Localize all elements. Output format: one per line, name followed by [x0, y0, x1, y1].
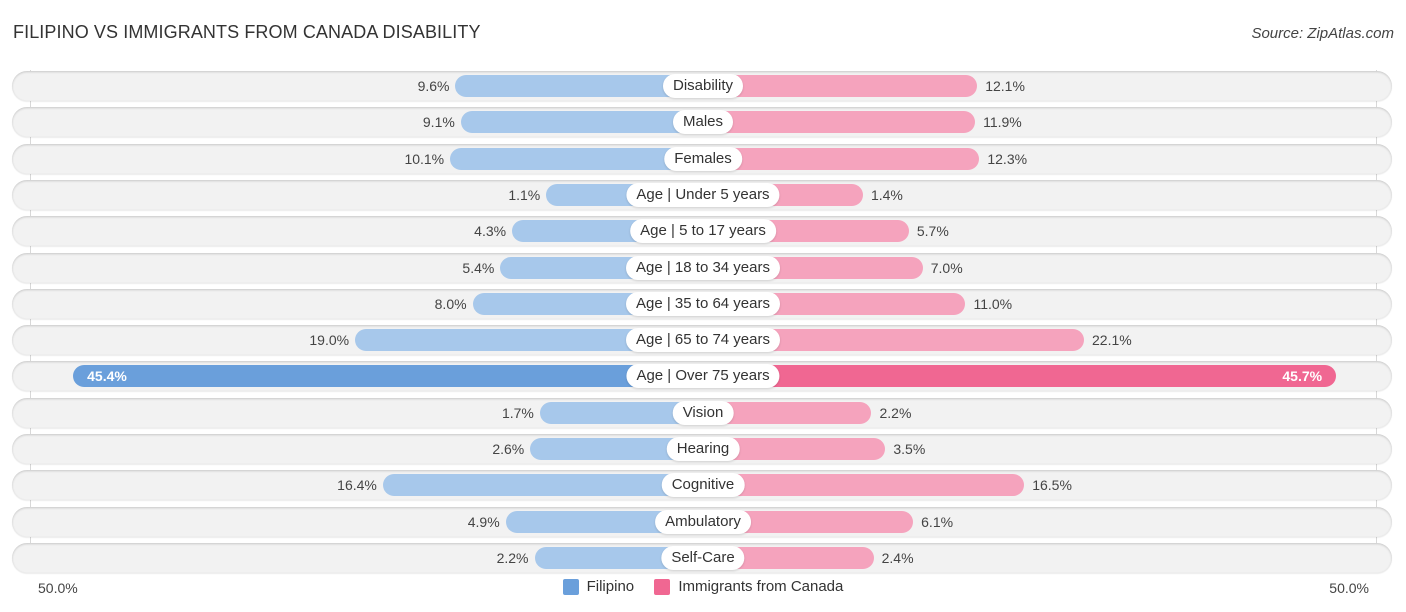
legend-swatch-immigrants-from-canada: [654, 578, 671, 595]
value-label-immigrants-from-canada: 12.1%: [985, 78, 1025, 94]
bar-immigrants-from-canada[interactable]: [703, 365, 1337, 387]
value-label-immigrants-from-canada: 2.4%: [881, 550, 914, 566]
category-label: Age | Over 75 years: [626, 364, 780, 388]
value-label-filipino: 10.1%: [404, 151, 445, 167]
bar-immigrants-from-canada[interactable]: [703, 111, 976, 133]
value-label-filipino: 45.4%: [87, 368, 127, 384]
value-label-immigrants-from-canada: 22.1%: [1092, 332, 1132, 348]
value-label-filipino: 1.7%: [501, 405, 534, 421]
bar-filipino[interactable]: [73, 365, 703, 387]
legend-swatch-filipino: [562, 578, 579, 595]
value-label-filipino: 2.6%: [492, 441, 525, 457]
category-label: Ambulatory: [655, 510, 751, 534]
value-label-filipino: 8.0%: [434, 296, 467, 312]
value-label-filipino: 16.4%: [337, 477, 377, 493]
value-label-filipino: 1.1%: [508, 187, 541, 203]
legend: Filipino Immigrants from Canada: [0, 578, 1406, 599]
value-label-filipino: 9.6%: [417, 78, 450, 94]
value-label-filipino: 4.3%: [474, 223, 507, 239]
value-label-filipino: 5.4%: [462, 260, 495, 276]
value-label-immigrants-from-canada: 45.7%: [1282, 368, 1323, 384]
value-label-filipino: 19.0%: [309, 332, 350, 348]
value-label-immigrants-from-canada: 12.3%: [987, 151, 1028, 167]
category-label: Age | 35 to 64 years: [626, 292, 780, 316]
category-label: Hearing: [666, 437, 740, 461]
legend-label-filipino: Filipino: [586, 578, 635, 595]
category-label: Vision: [672, 401, 734, 425]
bar-immigrants-from-canada[interactable]: [703, 148, 980, 170]
category-label: Age | 5 to 17 years: [630, 219, 776, 243]
category-label: Males: [672, 110, 734, 134]
category-label: Age | 18 to 34 years: [626, 256, 780, 280]
value-label-filipino: 9.1%: [422, 114, 455, 130]
category-label: Age | Under 5 years: [626, 183, 780, 207]
source-credit: Source: ZipAtlas.com: [1251, 25, 1394, 42]
value-label-immigrants-from-canada: 11.9%: [983, 114, 1022, 130]
bar-filipino[interactable]: [460, 111, 703, 133]
chart-title: FILIPINO VS IMMIGRANTS FROM CANADA DISAB…: [13, 22, 481, 42]
bar-filipino[interactable]: [382, 474, 703, 496]
legend-item-filipino[interactable]: Filipino: [562, 578, 635, 595]
category-label: Age | 65 to 74 years: [626, 328, 780, 352]
category-label: Cognitive: [661, 473, 745, 497]
value-label-immigrants-from-canada: 11.0%: [973, 296, 1013, 312]
value-label-filipino: 2.2%: [496, 550, 529, 566]
bar-immigrants-from-canada[interactable]: [703, 474, 1025, 496]
value-label-immigrants-from-canada: 7.0%: [930, 260, 963, 276]
bar-immigrants-from-canada[interactable]: [703, 75, 978, 97]
value-label-immigrants-from-canada: 1.4%: [870, 187, 903, 203]
legend-item-immigrants-from-canada[interactable]: Immigrants from Canada: [654, 578, 843, 595]
value-label-immigrants-from-canada: 16.5%: [1032, 477, 1072, 493]
category-label: Females: [664, 147, 742, 171]
value-label-immigrants-from-canada: 6.1%: [921, 514, 954, 530]
value-label-filipino: 4.9%: [467, 514, 500, 530]
value-label-immigrants-from-canada: 3.5%: [893, 441, 926, 457]
legend-label-immigrants-from-canada: Immigrants from Canada: [678, 578, 844, 595]
category-label: Self-Care: [661, 546, 745, 570]
value-label-immigrants-from-canada: 2.2%: [879, 405, 912, 421]
category-label: Disability: [662, 74, 744, 98]
value-label-immigrants-from-canada: 5.7%: [916, 223, 949, 239]
